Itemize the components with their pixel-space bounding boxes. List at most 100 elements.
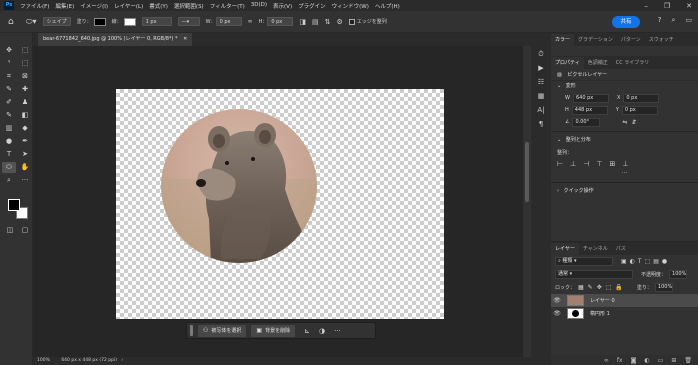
align-middle-icon[interactable]: ⊞	[609, 160, 615, 168]
align-left-icon[interactable]: ⊢	[557, 160, 563, 168]
adjust-icon[interactable]: ◑	[319, 327, 325, 335]
angle-field[interactable]: 0.00°	[572, 117, 601, 127]
menu-item[interactable]: レイヤー(L)	[114, 2, 143, 10]
lock-icons[interactable]: ▦✎✥⬚🔒	[578, 284, 627, 291]
path-arrangement-icon[interactable]: ⇅	[325, 18, 331, 26]
width-input[interactable]: 0 px	[215, 17, 242, 26]
more-options-icon[interactable]: ···	[334, 327, 341, 335]
mode-select[interactable]: シェイプ	[42, 17, 71, 26]
ellipse-tool-icon[interactable]: ⬭	[2, 162, 16, 173]
document-canvas[interactable]	[116, 89, 444, 319]
history-brush-tool-icon[interactable]: ✎	[2, 110, 16, 121]
help-icon[interactable]: ?	[658, 16, 662, 25]
character-icon[interactable]: A|	[531, 103, 551, 117]
libraries-icon[interactable]: ▦	[531, 89, 551, 103]
search-icon[interactable]: ⌕	[671, 16, 675, 25]
y-field[interactable]: 0 px	[621, 105, 658, 115]
blur-tool-icon[interactable]: ◆	[18, 123, 32, 134]
menu-item[interactable]: 3D(D)	[251, 2, 267, 10]
select-subject-button[interactable]: ⚇ 被写体を選択	[198, 324, 247, 337]
align-right-icon[interactable]: ⊣	[583, 160, 589, 168]
panel-tab[interactable]: 色調補正	[584, 57, 612, 69]
fill-swatch[interactable]	[93, 17, 106, 26]
path-alignment-icon[interactable]: ▤	[312, 18, 319, 26]
close-icon[interactable]: ✕	[686, 2, 692, 10]
bear-image-circle[interactable]	[161, 109, 317, 263]
opacity-field[interactable]: 100%	[669, 270, 688, 279]
menu-item[interactable]: ウィンドウ(W)	[332, 2, 369, 10]
menu-item[interactable]: プラグイン	[298, 2, 326, 10]
canvas-area[interactable]: ⚇ 被写体を選択 ▣ 背景を削除 ⊾ ◑ ···	[33, 46, 523, 357]
panel-tab[interactable]: スウォッチ	[645, 34, 678, 46]
transform-section-header[interactable]: ⌄ 変形	[551, 81, 698, 92]
scroll-thumb[interactable]	[525, 142, 529, 202]
frame-tool-icon[interactable]: ⊠	[18, 71, 32, 82]
add-mask-icon[interactable]: ◙	[631, 357, 637, 364]
quick-actions-header[interactable]: › クイック操作	[551, 186, 698, 197]
layer-row-layer0[interactable]: 👁 レイヤー 0	[551, 294, 698, 307]
type-tool-icon[interactable]: T	[2, 149, 16, 160]
filter-icons[interactable]: ▣◐T⬚▤●	[621, 258, 670, 265]
panel-tab[interactable]: チャンネル	[579, 243, 612, 255]
link-icon[interactable]: ∞	[248, 18, 253, 25]
transform-icon[interactable]: ⊾	[304, 327, 310, 335]
hand-tool-icon[interactable]: ✋	[18, 162, 32, 173]
object-select-tool-icon[interactable]: ⬚	[18, 58, 32, 69]
zoom-tool-icon[interactable]: ⌕	[2, 175, 16, 186]
new-layer-icon[interactable]: ⊞	[671, 357, 676, 364]
stroke-type-select[interactable]: —▾	[177, 17, 200, 26]
stroke-swatch[interactable]	[123, 17, 136, 26]
stroke-width-input[interactable]: 1 px	[141, 17, 172, 26]
paragraph-icon[interactable]: ¶	[531, 117, 551, 131]
menu-item[interactable]: 編集(E)	[55, 2, 74, 10]
panel-tab[interactable]: レイヤー	[551, 243, 579, 255]
more-align-icon[interactable]: ···	[551, 170, 698, 179]
menu-item[interactable]: イメージ(I)	[80, 2, 108, 10]
eraser-tool-icon[interactable]: ◧	[18, 110, 32, 121]
workspace-icon[interactable]: ▭	[685, 16, 692, 25]
align-center-icon[interactable]: ⊥	[570, 160, 576, 168]
eyedropper-tool-icon[interactable]: ✎	[2, 84, 16, 95]
menu-item[interactable]: 表示(V)	[273, 2, 292, 10]
close-tab-icon[interactable]: ✕	[183, 36, 187, 42]
dodge-tool-icon[interactable]: ●	[2, 136, 16, 147]
align-bottom-icon[interactable]: ⊥	[622, 160, 628, 168]
path-operations-icon[interactable]: ◨	[299, 18, 306, 26]
marquee-tool-icon[interactable]: ⬚	[18, 45, 32, 56]
panel-tab[interactable]: カラー	[551, 34, 575, 46]
fx-icon[interactable]: fx	[617, 357, 623, 364]
panel-tab[interactable]: パス	[612, 243, 630, 255]
link-layers-icon[interactable]: ∞	[604, 357, 609, 364]
align-top-icon[interactable]: ⊤	[596, 160, 602, 168]
menu-item[interactable]: 書式(Y)	[149, 2, 168, 10]
status-arrow-icon[interactable]: ›	[121, 358, 123, 363]
ellipse-tool-preset-icon[interactable]: ⬭▾	[26, 17, 37, 27]
align-section-header[interactable]: ⌄ 整列と分布	[551, 135, 698, 146]
layer-row-ellipse1[interactable]: 👁 楕円形 1	[551, 307, 698, 320]
group-icon[interactable]: ▭	[658, 357, 664, 364]
settings-gear-icon[interactable]: ⚙	[336, 18, 342, 26]
gradient-tool-icon[interactable]: ▥	[2, 123, 16, 134]
stamp-tool-icon[interactable]: ♟	[18, 97, 32, 108]
flip-horizontal-icon[interactable]: ⇋	[622, 119, 627, 126]
share-button[interactable]: 共有	[612, 16, 640, 28]
vertical-scrollbar[interactable]	[523, 46, 531, 357]
blend-mode-select[interactable]: 通常 ▾	[555, 270, 633, 279]
healing-brush-tool-icon[interactable]: ✚	[18, 84, 32, 95]
height-input[interactable]: 0 px	[267, 17, 294, 26]
align-edges-checkbox[interactable]	[348, 18, 355, 25]
layer-kind-select[interactable]: ⌕ 種類 ▾	[555, 257, 613, 266]
panel-tab[interactable]: パターン	[617, 34, 645, 46]
more-tools-icon[interactable]: ···	[18, 175, 32, 186]
menu-item[interactable]: フィルター(T)	[210, 2, 245, 10]
restore-icon[interactable]: ❐	[664, 2, 670, 10]
path-select-tool-icon[interactable]: ➤	[18, 149, 32, 160]
menu-item[interactable]: 選択範囲(S)	[174, 2, 204, 10]
color-swatches[interactable]	[8, 199, 30, 221]
remove-background-button[interactable]: ▣ 背景を削除	[251, 324, 296, 337]
x-field[interactable]: 0 px	[623, 93, 660, 103]
fill-field[interactable]: 100%	[654, 283, 673, 292]
brush-tool-icon[interactable]: ✐	[2, 97, 16, 108]
menu-item[interactable]: ファイル(F)	[20, 2, 49, 10]
panel-tab[interactable]: プロパティ	[551, 57, 584, 69]
